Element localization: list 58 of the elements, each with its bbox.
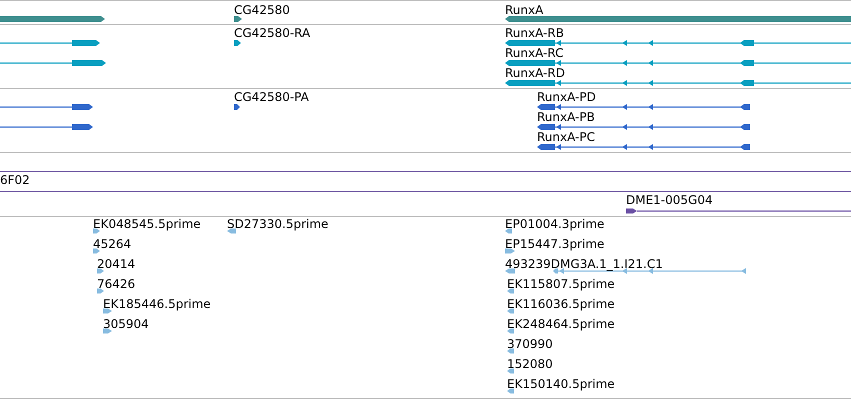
transcript-glyph[interactable]	[505, 80, 851, 86]
feature-label: 152080	[507, 358, 553, 370]
feature-label: EK248464.5prime	[507, 318, 615, 330]
feature-label: RunxA-PD	[537, 91, 596, 103]
feature-label: EK116036.5prime	[507, 298, 615, 310]
est-glyph[interactable]	[93, 228, 100, 234]
est-glyph[interactable]	[227, 228, 236, 234]
feature-label: 305904	[103, 318, 149, 330]
gene-glyph[interactable]	[0, 16, 105, 22]
est-glyph[interactable]	[507, 308, 514, 314]
est-glyph[interactable]	[507, 328, 514, 334]
est-glyph[interactable]	[97, 288, 104, 294]
feature-label: CG42580	[234, 4, 290, 16]
protein-glyph[interactable]	[537, 144, 750, 150]
est-glyph[interactable]	[97, 268, 104, 274]
feature-label: EK150140.5prime	[507, 378, 615, 390]
gene-glyph[interactable]	[234, 16, 242, 22]
feature-label: 45264	[93, 238, 132, 250]
feature-label: 76426	[97, 278, 136, 290]
est-glyph[interactable]	[507, 288, 514, 294]
feature-label: EK185446.5prime	[103, 298, 211, 310]
feature-label: EK115807.5prime	[507, 278, 615, 290]
est-glyph[interactable]	[93, 248, 100, 254]
feature-label: 6F02	[0, 174, 30, 186]
est-glyph[interactable]	[507, 388, 514, 394]
protein-glyph[interactable]	[0, 104, 93, 110]
feature-label: EP01004.3prime	[505, 218, 604, 230]
feature-label: 493239DMG3A.1_1.I21.C1	[505, 258, 663, 270]
protein-glyph[interactable]	[234, 104, 240, 110]
est-glyph[interactable]	[507, 368, 514, 374]
feature-label: CG42580-RA	[234, 27, 310, 39]
feature-label: EK048545.5prime	[93, 218, 201, 230]
transcript-glyph[interactable]	[505, 60, 851, 66]
protein-glyph[interactable]	[0, 124, 93, 130]
transcript-glyph[interactable]	[0, 60, 106, 66]
transcript-glyph[interactable]	[0, 40, 100, 46]
feature-label: RunxA-RC	[505, 47, 564, 59]
transcript-glyph[interactable]	[505, 40, 851, 46]
est-glyph[interactable]	[103, 328, 112, 334]
est-glyph[interactable]	[103, 308, 112, 314]
feature-label: 370990	[507, 338, 553, 350]
feature-label: RunxA-PB	[537, 111, 595, 123]
est-glyph[interactable]	[505, 228, 512, 234]
feature-label: CG42580-PA	[234, 91, 309, 103]
feature-label: RunxA-RB	[505, 27, 564, 39]
est-glyph[interactable]	[507, 348, 514, 354]
feature-label: 20414	[97, 258, 136, 270]
feature-label: RunxA-RD	[505, 67, 565, 79]
clone-glyph[interactable]	[626, 208, 851, 214]
feature-label: SD27330.5prime	[227, 218, 328, 230]
feature-label: DME1-005G04	[626, 194, 713, 206]
feature-label: RunxA	[505, 4, 544, 16]
feature-label: RunxA-PC	[537, 131, 596, 143]
protein-glyph[interactable]	[537, 104, 750, 110]
transcript-glyph[interactable]	[234, 40, 241, 46]
est-glyph[interactable]	[505, 248, 515, 254]
feature-label: EP15447.3prime	[505, 238, 604, 250]
protein-glyph[interactable]	[537, 124, 750, 130]
